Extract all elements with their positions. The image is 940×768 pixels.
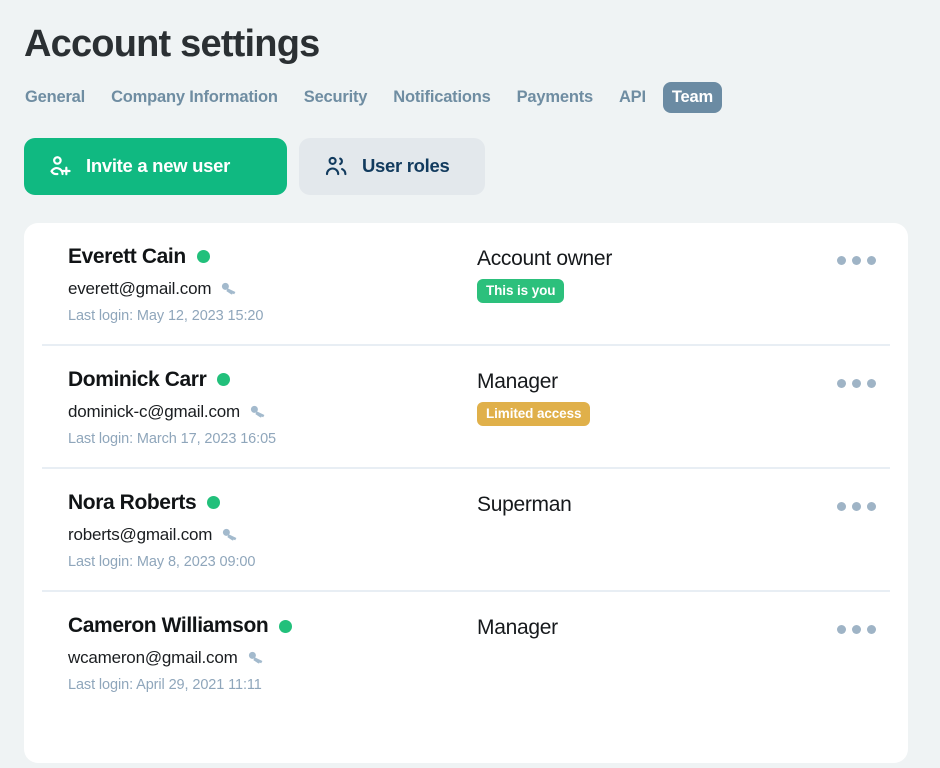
tab-label: Team (671, 87, 713, 106)
member-identity: Nora Roberts roberts@gmail.com Last login:… (42, 491, 477, 570)
role-block: Manager (477, 615, 558, 640)
action-button-group: Invite a new user User roles (0, 113, 940, 195)
member-role: Account owner (477, 246, 613, 270)
team-member-row: Everett Cain everett@gmail.com Last login:… (42, 223, 890, 346)
team-member-row: Cameron Williamson wcameron@gmail.com Last… (42, 592, 890, 713)
member-role: Superman (477, 492, 572, 516)
settings-tab-bar: General Company Information Security Notifi… (0, 68, 940, 113)
online-status-dot (279, 619, 293, 633)
tab-general[interactable]: General (16, 82, 94, 113)
member-name: Dominick Carr (68, 367, 207, 391)
tab-security[interactable]: Security (295, 82, 377, 113)
member-email-line: dominick-c@gmail.com (68, 402, 477, 422)
member-email: roberts@gmail.com (68, 525, 213, 545)
member-email: everett@gmail.com (68, 278, 212, 298)
more-horizontal-icon[interactable] (827, 369, 890, 398)
member-last-login: Last login: May 8, 2023 09:00 (68, 554, 256, 571)
users-group-icon (323, 154, 349, 179)
online-status-dot (217, 373, 231, 387)
tab-label: Company Information (111, 87, 278, 106)
member-name: Cameron Williamson (68, 614, 269, 638)
member-identity: Everett Cain everett@gmail.com Last login:… (42, 245, 477, 324)
member-email-line: wcameron@gmail.com (68, 648, 477, 668)
user-roles-label: User roles (362, 155, 450, 177)
member-role-area: Manager Limited access (477, 368, 890, 426)
tab-label: API (618, 87, 646, 106)
member-last-login: Last login: April 29, 2021 11:11 (68, 677, 262, 694)
member-email-line: roberts@gmail.com (68, 525, 477, 545)
tab-label: Notifications (393, 87, 491, 106)
member-name-line: Cameron Williamson (68, 614, 477, 638)
member-name-line: Dominick Carr (68, 368, 477, 392)
team-member-row: Dominick Carr dominick-c@gmail.com Last lo… (42, 346, 890, 469)
tab-payments[interactable]: Payments (508, 82, 602, 113)
online-status-dot (196, 250, 210, 264)
invite-new-user-button[interactable]: Invite a new user (24, 137, 287, 195)
member-email-line: everett@gmail.com (68, 279, 477, 299)
key-icon[interactable] (247, 649, 265, 667)
member-identity: Dominick Carr dominick-c@gmail.com Last lo… (42, 368, 477, 447)
tab-label: General (25, 87, 86, 106)
team-members-card: Everett Cain everett@gmail.com Last login:… (24, 222, 908, 763)
key-icon[interactable] (221, 526, 239, 544)
page-title: Account settings (24, 23, 320, 65)
role-block: Manager Limited access (477, 369, 591, 426)
role-block: Account owner This is you (477, 246, 612, 303)
key-icon[interactable] (249, 403, 267, 421)
member-role: Manager (477, 616, 558, 640)
invite-new-user-label: Invite a new user (86, 155, 230, 177)
member-email: wcameron@gmail.com (68, 648, 238, 668)
key-icon[interactable] (220, 280, 238, 298)
online-status-dot (207, 496, 221, 510)
member-badge: Limited access (477, 401, 591, 426)
member-role-area: Manager (477, 614, 890, 644)
member-role-area: Account owner This is you (477, 245, 890, 303)
member-last-login: Last login: May 12, 2023 15:20 (68, 307, 264, 324)
more-horizontal-icon[interactable] (827, 246, 890, 275)
user-roles-button[interactable]: User roles (299, 137, 485, 195)
role-block: Superman (477, 492, 572, 517)
tab-label: Payments (516, 87, 594, 106)
member-last-login: Last login: March 17, 2023 16:05 (68, 430, 276, 447)
tab-api[interactable]: API (610, 82, 655, 113)
member-badge: This is you (477, 278, 565, 303)
member-name: Nora Roberts (68, 490, 197, 514)
member-identity: Cameron Williamson wcameron@gmail.com Last… (42, 614, 477, 693)
member-name-line: Everett Cain (68, 245, 477, 269)
tab-notifications[interactable]: Notifications (384, 82, 499, 113)
more-horizontal-icon[interactable] (827, 615, 890, 644)
team-member-row: Nora Roberts roberts@gmail.com Last login:… (42, 469, 890, 593)
tab-company-information[interactable]: Company Information (102, 82, 287, 113)
tab-team[interactable]: Team (662, 81, 722, 113)
member-name: Everett Cain (68, 244, 186, 268)
member-role: Manager (477, 369, 558, 393)
tab-label: Security (303, 87, 368, 106)
member-email: dominick-c@gmail.com (68, 401, 240, 421)
member-name-line: Nora Roberts (68, 491, 477, 515)
user-plus-icon (48, 154, 73, 179)
more-horizontal-icon[interactable] (827, 492, 890, 521)
member-role-area: Superman (477, 491, 890, 521)
